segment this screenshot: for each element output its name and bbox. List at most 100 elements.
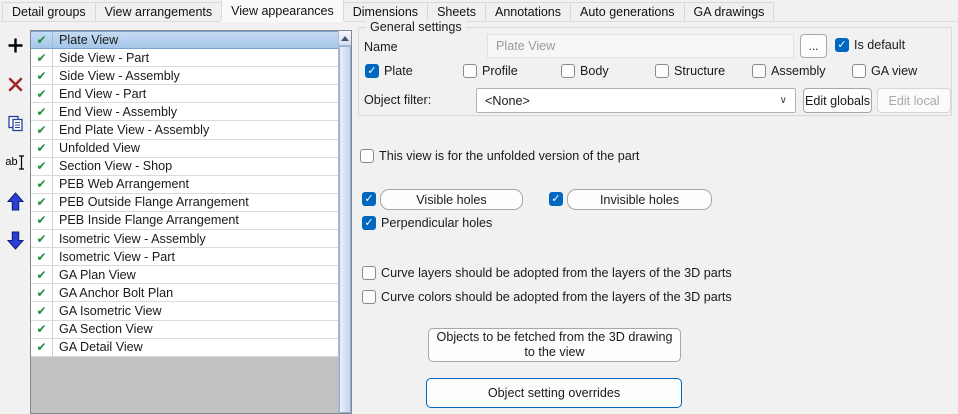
list-toolbar: ab (0, 30, 30, 414)
body-label: Body (580, 64, 609, 78)
checkbox-unchecked-icon (362, 266, 376, 280)
edit-local-button[interactable]: Edit local (877, 88, 951, 113)
list-item-label: Isometric View - Part (53, 250, 175, 264)
tab-ga-drawings[interactable]: GA drawings (684, 2, 775, 21)
body-checkbox[interactable]: Body (561, 64, 609, 78)
list-item[interactable]: PEB Inside Flange Arrangement (31, 212, 338, 230)
tab-sheets[interactable]: Sheets (427, 2, 486, 21)
tab-bar: Detail groups View arrangements View app… (0, 0, 958, 22)
perpendicular-holes-label: Perpendicular holes (381, 216, 492, 230)
perpendicular-holes-checkbox[interactable]: Perpendicular holes (362, 216, 492, 230)
list-item[interactable]: PEB Outside Flange Arrangement (31, 194, 338, 212)
check-icon (31, 140, 53, 157)
list-item-label: End Plate View - Assembly (53, 123, 209, 137)
unfolded-version-label: This view is for the unfolded version of… (379, 149, 639, 163)
list-item[interactable]: Plate View (31, 31, 338, 49)
browse-name-button[interactable]: ... (800, 34, 827, 58)
check-icon (31, 85, 53, 102)
check-icon (31, 302, 53, 319)
list-item[interactable]: Isometric View - Part (31, 248, 338, 266)
object-filter-dropdown[interactable]: <None> ∨ (476, 88, 796, 113)
vertical-scrollbar[interactable] (338, 31, 351, 413)
copy-button[interactable] (4, 114, 26, 132)
rename-button[interactable]: ab (4, 153, 26, 171)
view-list: Plate View Side View - Part Side View - … (30, 30, 352, 414)
copy-icon (7, 115, 24, 132)
tab-dimensions[interactable]: Dimensions (343, 2, 428, 21)
profile-checkbox[interactable]: Profile (463, 64, 518, 78)
list-item[interactable]: Isometric View - Assembly (31, 230, 338, 248)
object-setting-overrides-button[interactable]: Object setting overrides (426, 378, 682, 408)
list-item[interactable]: GA Isometric View (31, 302, 338, 320)
tab-view-appearances[interactable]: View appearances (221, 0, 344, 21)
name-input[interactable]: Plate View (487, 34, 794, 58)
check-icon (31, 176, 53, 193)
move-up-button[interactable] (4, 192, 26, 210)
invisible-holes-button[interactable]: Invisible holes (567, 189, 712, 210)
structure-checkbox[interactable]: Structure (655, 64, 725, 78)
list-item[interactable]: PEB Web Arrangement (31, 176, 338, 194)
list-item-label: GA Section View (53, 322, 153, 336)
tab-annotations[interactable]: Annotations (485, 2, 571, 21)
profile-label: Profile (482, 64, 518, 78)
object-filter-label: Object filter: (364, 93, 431, 107)
plate-label: Plate (384, 64, 413, 78)
ga-view-checkbox[interactable]: GA view (852, 64, 917, 78)
tab-detail-groups[interactable]: Detail groups (2, 2, 96, 21)
curve-layers-label: Curve layers should be adopted from the … (381, 266, 732, 280)
curve-layers-checkbox[interactable]: Curve layers should be adopted from the … (362, 266, 732, 280)
is-default-checkbox[interactable]: Is default (835, 38, 905, 52)
visible-holes-button[interactable]: Visible holes (380, 189, 523, 210)
scrollbar-thumb[interactable] (339, 46, 351, 413)
list-item[interactable]: GA Detail View (31, 339, 338, 357)
list-item[interactable]: Side View - Part (31, 49, 338, 67)
fetch-objects-button[interactable]: Objects to be fetched from the 3D drawin… (428, 328, 681, 362)
list-item-label: PEB Inside Flange Arrangement (53, 213, 239, 227)
tab-view-arrangements[interactable]: View arrangements (95, 2, 222, 21)
check-icon (31, 32, 53, 48)
edit-globals-button[interactable]: Edit globals (803, 88, 872, 113)
checkbox-checked-icon (835, 38, 849, 52)
plus-icon (7, 37, 24, 54)
list-item[interactable]: End Plate View - Assembly (31, 121, 338, 139)
checkbox-checked-icon (365, 64, 379, 78)
visible-holes-checkbox[interactable] (362, 192, 376, 206)
check-icon (31, 248, 53, 265)
list-item[interactable]: GA Section View (31, 321, 338, 339)
checkbox-unchecked-icon (852, 64, 866, 78)
move-down-button[interactable] (4, 231, 26, 249)
check-icon (31, 158, 53, 175)
plate-checkbox[interactable]: Plate (365, 64, 413, 78)
checkbox-unchecked-icon (360, 149, 374, 163)
unfolded-version-checkbox[interactable]: This view is for the unfolded version of… (360, 149, 639, 163)
checkbox-unchecked-icon (655, 64, 669, 78)
list-item[interactable]: Section View - Shop (31, 158, 338, 176)
list-item[interactable]: GA Anchor Bolt Plan (31, 284, 338, 302)
chevron-down-icon: ∨ (780, 95, 787, 106)
tab-auto-generations[interactable]: Auto generations (570, 2, 685, 21)
assembly-checkbox[interactable]: Assembly (752, 64, 826, 78)
list-item-label: Side View - Part (53, 51, 149, 65)
list-item-label: Side View - Assembly (53, 69, 180, 83)
list-item-label: Isometric View - Assembly (53, 232, 206, 246)
list-item-label: End View - Part (53, 87, 146, 101)
scrollbar-up-button[interactable] (339, 31, 351, 46)
view-list-rows: Plate View Side View - Part Side View - … (31, 31, 338, 357)
list-item[interactable]: Unfolded View (31, 140, 338, 158)
list-item[interactable]: GA Plan View (31, 266, 338, 284)
list-item[interactable]: End View - Assembly (31, 103, 338, 121)
list-item-label: End View - Assembly (53, 105, 177, 119)
curve-colors-checkbox[interactable]: Curve colors should be adopted from the … (362, 290, 732, 304)
add-button[interactable] (4, 36, 26, 54)
rename-text-cursor-icon: ab (5, 156, 17, 168)
name-label: Name (364, 40, 398, 54)
list-item[interactable]: End View - Part (31, 85, 338, 103)
check-icon (31, 230, 53, 247)
delete-button[interactable] (4, 75, 26, 93)
list-item[interactable]: Side View - Assembly (31, 67, 338, 85)
text-cursor-icon (18, 155, 25, 170)
check-icon (31, 103, 53, 120)
invisible-holes-checkbox[interactable] (549, 192, 563, 206)
checkbox-checked-icon (362, 216, 376, 230)
checkbox-unchecked-icon (362, 290, 376, 304)
